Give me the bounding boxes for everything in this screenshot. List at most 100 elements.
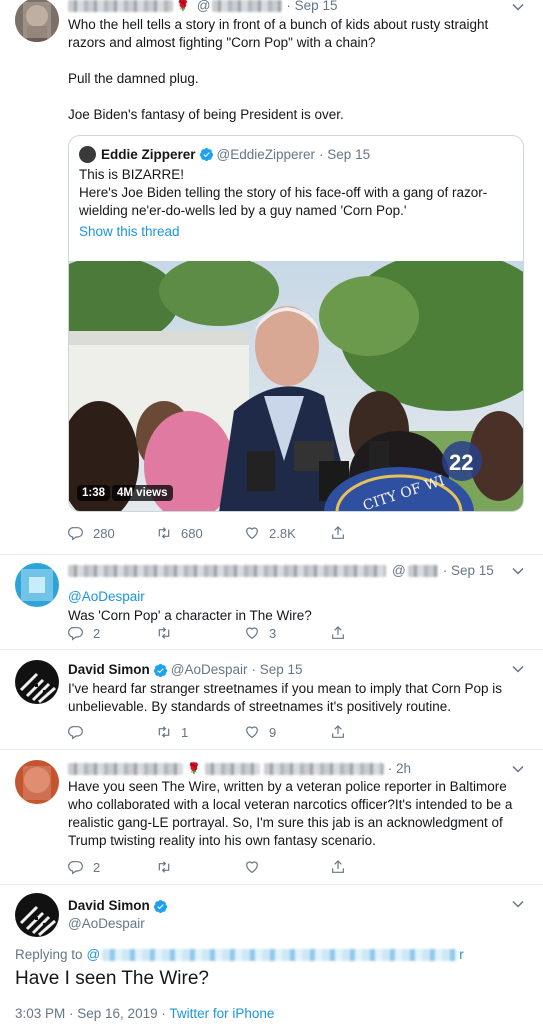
author-name[interactable]: David Simon xyxy=(68,661,150,679)
retweet-icon xyxy=(158,861,170,873)
author-handle-redacted xyxy=(407,565,438,577)
tweet-actions: 2 3 xyxy=(68,625,346,641)
video-views: 4M views xyxy=(112,485,173,501)
show-thread-link[interactable]: Show this thread xyxy=(79,223,513,241)
reply-tweet[interactable]: 🌹 · 2h Have you seen The Wire, written b… xyxy=(0,750,543,885)
share-button[interactable] xyxy=(330,525,346,541)
quoted-text: This is BIZARRE! xyxy=(79,167,185,182)
like-count: 2.8K xyxy=(269,525,296,541)
author-handle[interactable]: @AoDespair xyxy=(68,915,529,933)
reply-button[interactable]: 280 xyxy=(68,525,156,541)
like-count: 3 xyxy=(269,625,277,641)
replying-to-label: Replying to xyxy=(15,947,83,962)
heart-icon xyxy=(246,527,258,540)
like-count: 9 xyxy=(269,724,277,740)
avatar[interactable] xyxy=(15,760,59,804)
verified-icon xyxy=(153,663,167,677)
tweet-text: Pull the damned plug. xyxy=(68,71,199,86)
author-handle-redacted xyxy=(263,763,384,775)
quoted-author-handle: @EddieZipperer xyxy=(216,147,316,162)
video-thumbnail: CITY OF WI 22 xyxy=(69,261,523,511)
author-name-redacted xyxy=(68,0,173,12)
retweet-button[interactable]: 680 xyxy=(156,525,244,541)
quoted-text: Here's Joe Biden telling the story of hi… xyxy=(79,185,488,218)
verified-icon xyxy=(199,147,213,162)
share-button[interactable] xyxy=(330,724,346,740)
share-icon xyxy=(332,626,344,639)
tweet-actions: 1 9 xyxy=(68,724,346,740)
avatar[interactable] xyxy=(15,563,59,607)
reply-icon xyxy=(68,627,83,641)
reply-icon xyxy=(68,726,83,740)
share-button[interactable] xyxy=(330,859,346,875)
retweet-count: 1 xyxy=(181,724,189,740)
share-icon xyxy=(332,725,344,738)
retweet-icon xyxy=(158,726,170,738)
tweet-text: Joe Biden's fantasy of being President i… xyxy=(68,107,344,122)
like-button[interactable]: 3 xyxy=(244,625,330,641)
like-button[interactable]: 2.8K xyxy=(244,525,330,541)
video-duration: 1:38 xyxy=(77,485,111,501)
tweet-timestamp[interactable]: · Sep 15 xyxy=(443,562,494,580)
tweet-timestamp[interactable]: · Sep 15 xyxy=(286,0,337,15)
avatar xyxy=(79,146,96,163)
avatar[interactable] xyxy=(15,0,59,42)
rose-emoji: 🌹 xyxy=(176,0,190,12)
reply-count: 2 xyxy=(93,625,101,641)
retweet-button[interactable] xyxy=(156,859,244,875)
like-button[interactable] xyxy=(244,859,330,875)
quoted-tweet[interactable]: Eddie Zipperer @EddieZipperer · Sep 15 T… xyxy=(68,135,524,512)
tweet-timestamp[interactable]: · Sep 15 xyxy=(252,661,303,679)
heart-icon xyxy=(246,726,258,739)
tweet-actions: 2 xyxy=(68,859,346,875)
retweet-button[interactable]: 1 xyxy=(156,724,244,740)
replying-to-handles-redacted[interactable] xyxy=(102,948,458,961)
reply-icon xyxy=(68,861,83,875)
reply-tweet[interactable]: David Simon @AoDespair · Sep 15 I've hea… xyxy=(0,650,543,750)
channel-logo: 22 xyxy=(449,450,473,475)
chevron-down-icon[interactable] xyxy=(511,662,525,676)
reply-count: 2 xyxy=(93,859,101,875)
tweet-text: Have you seen The Wire, written by a vet… xyxy=(68,779,513,848)
main-tweet: 🌹 @ · Sep 15 Who the hell tells a story … xyxy=(0,0,543,555)
duration-label: 1:38 xyxy=(82,487,106,499)
author-handle-redacted xyxy=(212,0,283,12)
reply-icon xyxy=(68,527,83,541)
author-name-redacted xyxy=(68,763,183,775)
quoted-author-name: Eddie Zipperer xyxy=(101,147,196,162)
chevron-down-icon[interactable] xyxy=(511,564,525,578)
replying-to-handle[interactable]: @AoDespair xyxy=(68,588,529,606)
avatar[interactable] xyxy=(15,893,59,937)
quoted-tweet-date: · Sep 15 xyxy=(319,147,371,162)
verified-icon xyxy=(153,899,167,913)
chevron-down-icon[interactable] xyxy=(511,762,525,776)
tweet-text: Was 'Corn Pop' a character in The Wire? xyxy=(68,608,312,623)
focused-tweet: David Simon @AoDespair Replying to @ r H… xyxy=(0,885,543,1034)
chevron-down-icon[interactable] xyxy=(511,897,525,911)
retweet-button[interactable] xyxy=(156,625,244,641)
chevron-down-icon[interactable] xyxy=(511,0,525,14)
author-name[interactable]: David Simon xyxy=(68,897,150,915)
views-label: 4M views xyxy=(117,487,168,499)
video-player[interactable]: CITY OF WI 22 1:38 4M views xyxy=(69,261,523,511)
reply-button[interactable]: 2 xyxy=(68,625,156,641)
reply-button[interactable]: 2 xyxy=(68,859,156,875)
tweet-time[interactable]: 3:03 PM · Sep 16, 2019 xyxy=(15,1006,158,1021)
tweet-source[interactable]: Twitter for iPhone xyxy=(169,1006,274,1021)
retweet-icon xyxy=(158,527,170,539)
author-badges-redacted xyxy=(204,763,260,775)
reply-tweet[interactable]: @ · Sep 15 @AoDespair Was 'Corn Pop' a c… xyxy=(0,555,543,650)
avatar[interactable] xyxy=(15,660,59,704)
rose-emoji: 🌹 xyxy=(187,763,201,775)
focused-tweet-text: Have I seen The Wire? xyxy=(15,968,209,989)
tweet-text: I've heard far stranger streetnames if y… xyxy=(68,681,503,714)
retweet-count: 680 xyxy=(181,525,203,541)
like-button[interactable]: 9 xyxy=(244,724,330,740)
tweet-actions: 280 680 2.8K xyxy=(68,525,346,541)
tweet-timestamp[interactable]: · 2h xyxy=(388,760,411,778)
tweet-text: Who the hell tells a story in front of a… xyxy=(68,17,489,50)
reply-button[interactable] xyxy=(68,724,156,740)
author-handle[interactable]: @AoDespair xyxy=(171,661,248,679)
share-button[interactable] xyxy=(330,625,346,641)
author-name-redacted xyxy=(68,565,386,577)
